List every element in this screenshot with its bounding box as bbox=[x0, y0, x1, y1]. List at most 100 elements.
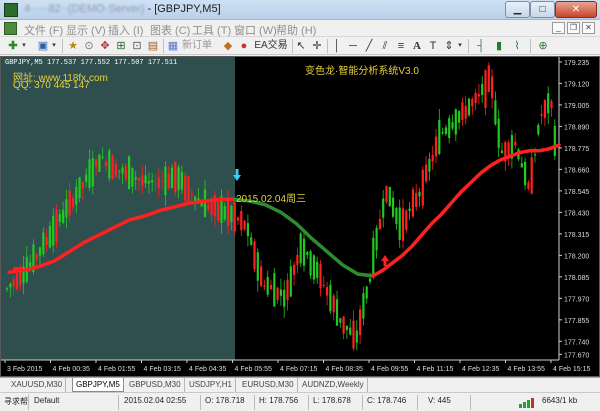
candle-body bbox=[322, 284, 325, 286]
tab-gbpusd[interactable]: GBPUSD,M30 bbox=[126, 378, 185, 392]
candle-body bbox=[121, 167, 124, 174]
chart-window[interactable]: 179.235 179.120 179.005 178.890 178.775 178.6… bbox=[0, 56, 600, 377]
arrows-dropdown-icon[interactable]: ▾ bbox=[456, 39, 464, 53]
data-window-icon[interactable]: ⊙ bbox=[82, 39, 96, 53]
tab-xauusd[interactable]: XAUUSD,M30 bbox=[8, 378, 67, 392]
arrows-icon[interactable]: ⇕ bbox=[443, 39, 455, 53]
price-tick-label: 178.430 bbox=[564, 210, 589, 217]
price-tick-label: 178.545 bbox=[564, 189, 589, 196]
chart-window-icon bbox=[4, 22, 17, 35]
window-title: 4·····82··(DEMO·Server) - [GBPJPY,M5] bbox=[24, 3, 221, 15]
text-label-icon[interactable]: T bbox=[427, 39, 439, 53]
line-chart-icon[interactable]: ⌇ bbox=[510, 39, 524, 53]
candle-body bbox=[164, 166, 167, 196]
candle-body bbox=[385, 185, 388, 202]
candle-body bbox=[388, 186, 391, 207]
text-icon[interactable]: A bbox=[411, 39, 423, 53]
candle-body bbox=[461, 102, 464, 121]
vertical-line-icon[interactable]: │ bbox=[331, 39, 343, 53]
menu-help[interactable]: 帮助 (H) bbox=[276, 22, 316, 38]
candle-body bbox=[537, 124, 540, 135]
candle-body bbox=[91, 158, 94, 187]
price-tick-label: 177.670 bbox=[564, 352, 589, 359]
mdi-minimize-icon[interactable]: _ bbox=[552, 22, 565, 34]
candle-body bbox=[98, 154, 101, 172]
candle-body bbox=[12, 279, 15, 287]
tab-eurusd[interactable]: EURUSD,M30 bbox=[239, 378, 298, 392]
candle-body bbox=[38, 247, 42, 256]
time-tick-label: 4 Feb 09:55 bbox=[371, 366, 408, 373]
candle-body bbox=[15, 273, 18, 290]
tab-gbpjpy[interactable]: GBPJPY,M5 bbox=[72, 378, 124, 392]
close-button[interactable]: ✕ bbox=[555, 1, 597, 18]
cursor-icon[interactable]: ↖ bbox=[295, 39, 307, 53]
menu-view[interactable]: 显示 (V) bbox=[66, 22, 106, 38]
bar-chart-icon[interactable]: ┤ bbox=[474, 39, 488, 53]
status-bar: 寻求帮 Default 2015.02.04 02:55 O: 178.718 … bbox=[0, 392, 600, 411]
candle-body bbox=[240, 210, 243, 231]
candle-body bbox=[451, 122, 454, 129]
fibonacci-icon[interactable]: ≡ bbox=[395, 39, 407, 53]
ea-trading-button[interactable]: EA交易 bbox=[252, 39, 290, 53]
price-tick-label: 179.005 bbox=[564, 103, 589, 110]
menu-tools[interactable]: 工具 (T) bbox=[192, 22, 231, 38]
candle-body bbox=[438, 120, 441, 155]
price-tick-label: 178.315 bbox=[564, 232, 589, 239]
navigator-icon[interactable]: ✥ bbox=[98, 39, 112, 53]
tab-usdjpy[interactable]: USDJPY,H1 bbox=[186, 378, 236, 392]
candle-body bbox=[471, 98, 474, 107]
candle-body bbox=[418, 191, 421, 197]
candle-body bbox=[458, 111, 461, 123]
crosshair-icon[interactable]: ✛ bbox=[311, 39, 323, 53]
candle-body bbox=[524, 161, 527, 186]
metaeditor-icon[interactable]: ◆ bbox=[221, 39, 235, 53]
channel-icon[interactable]: ⫽ bbox=[379, 39, 391, 53]
profiles-dropdown-icon[interactable]: ▾ bbox=[50, 39, 58, 53]
maximize-button[interactable]: □ bbox=[530, 1, 555, 18]
candle-body bbox=[52, 215, 55, 246]
price-tick-label: 179.235 bbox=[564, 60, 589, 67]
ohlc-info: GBPJPY,M5 177.537 177.552 177.507 177.51… bbox=[5, 59, 178, 67]
minimize-button[interactable]: ▁ bbox=[505, 1, 530, 18]
mdi-restore-icon[interactable]: ❐ bbox=[567, 22, 580, 34]
menu-file[interactable]: 文件 (F) bbox=[24, 22, 63, 38]
candle-body bbox=[425, 164, 428, 182]
profiles-icon[interactable]: ▣ bbox=[36, 39, 50, 53]
candle-body bbox=[5, 287, 9, 290]
candle-body bbox=[147, 181, 150, 184]
price-tick-label: 178.085 bbox=[564, 275, 589, 282]
candle-body bbox=[55, 209, 58, 243]
price-chart[interactable]: 179.235 179.120 179.005 178.890 178.775 178.6… bbox=[1, 57, 600, 377]
trendline-icon[interactable]: ╱ bbox=[363, 39, 375, 53]
menu-insert[interactable]: 插入 (I) bbox=[108, 22, 143, 38]
new-order-button[interactable]: 新订单 bbox=[178, 39, 216, 53]
market-watch-icon[interactable]: ★ bbox=[66, 39, 80, 53]
candlestick-icon[interactable]: ▮ bbox=[492, 39, 506, 53]
strategy-tester-icon[interactable]: ⊡ bbox=[130, 39, 144, 53]
horizontal-line-icon[interactable]: ─ bbox=[347, 39, 359, 53]
new-chart-dropdown-icon[interactable]: ▾ bbox=[20, 39, 28, 53]
ea-icon[interactable]: ● bbox=[237, 39, 251, 53]
candle-body bbox=[411, 189, 414, 217]
account-label: 4·····82··(DEMO·Server) bbox=[24, 3, 145, 15]
candle-body bbox=[236, 217, 240, 221]
candle-body bbox=[250, 237, 253, 245]
mdi-close-icon[interactable]: ✕ bbox=[582, 22, 595, 34]
new-chart-icon[interactable]: ✚ bbox=[6, 39, 20, 53]
menu-window[interactable]: 窗口 (W) bbox=[234, 22, 277, 38]
terminal-icon[interactable]: ⊞ bbox=[114, 39, 128, 53]
candle-body bbox=[359, 309, 362, 336]
candle-body bbox=[530, 157, 533, 194]
candle-body bbox=[42, 232, 45, 255]
candle-body bbox=[227, 199, 230, 226]
candle-body bbox=[477, 94, 480, 97]
tab-audnzd[interactable]: AUDNZD,Weekly bbox=[299, 378, 368, 392]
history-icon[interactable]: ▤ bbox=[146, 39, 160, 53]
candle-body bbox=[88, 159, 91, 188]
candle-body bbox=[368, 278, 372, 282]
menu-charts[interactable]: 图表 (C) bbox=[150, 22, 190, 38]
candle-body bbox=[68, 190, 71, 216]
zoom-in-icon[interactable]: ⊕ bbox=[536, 39, 550, 53]
toolbar: ✚ ▾ ▣ ▾ ★ ⊙ ✥ ⊞ ⊡ ▤ ▦ 新订单 ◆ ● EA交易 ↖ ✛ │… bbox=[0, 37, 600, 55]
chart-tabs: XAUUSD,M30 GBPJPY,M5 GBPUSD,M30 USDJPY,H… bbox=[0, 377, 600, 392]
